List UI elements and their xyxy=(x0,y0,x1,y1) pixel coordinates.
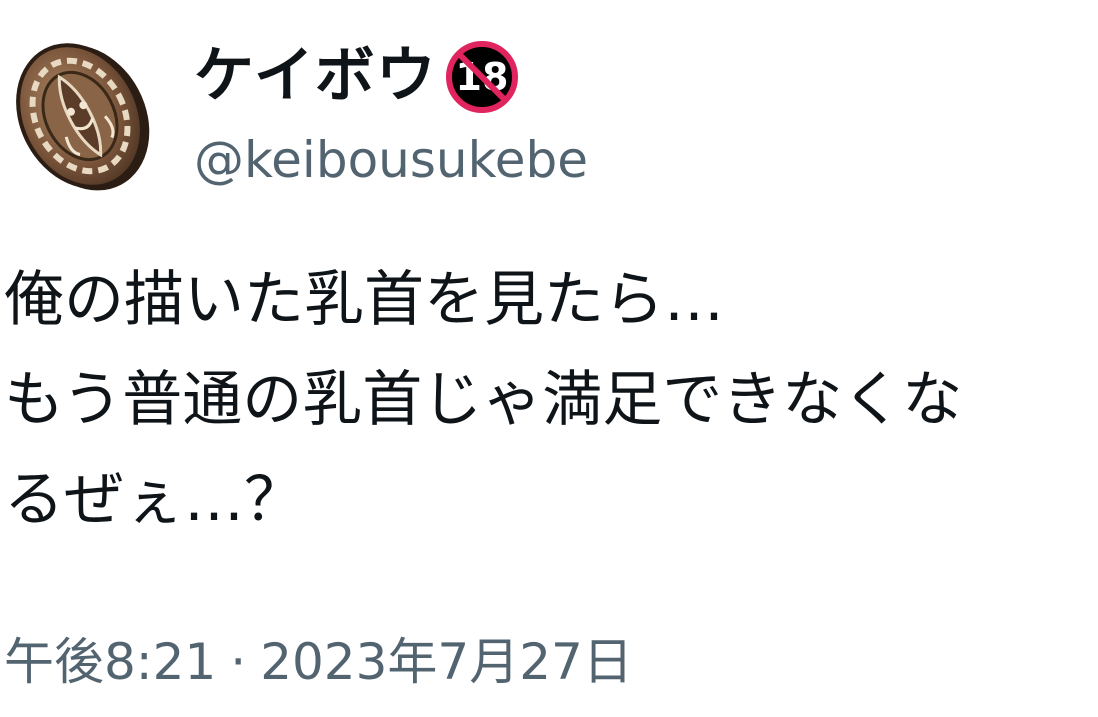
display-name[interactable]: ケイボウ xyxy=(194,36,437,116)
avatar[interactable] xyxy=(8,34,160,196)
tweet-card: ケイボウ 18 @keibousukebe 俺の描いた乳首を見たら… もう普通の… xyxy=(0,0,1098,717)
tweet-header: ケイボウ 18 @keibousukebe xyxy=(8,34,1088,199)
tweet-text: 俺の描いた乳首を見たら… もう普通の乳首じゃ満足できなくな るぜぇ…？ xyxy=(4,250,1094,550)
meta-separator: · xyxy=(230,633,247,691)
tweet-text-line: るぜぇ…？ xyxy=(4,465,304,535)
tweet-text-line: もう普通の乳首じゃ満足できなくな xyxy=(4,365,963,435)
tweet-date-link[interactable]: 2023年7月27日 xyxy=(260,633,633,691)
author-handle[interactable]: @keibousukebe xyxy=(194,130,588,190)
display-name-row: ケイボウ 18 xyxy=(194,36,588,116)
no-under-18-icon: 18 xyxy=(445,41,518,113)
tweet-time-link[interactable]: 午後8:21 xyxy=(4,633,216,691)
tweet-text-line: 俺の描いた乳首を見たら… xyxy=(4,265,724,335)
tweet-timestamp: 午後8:21 · 2023年7月27日 xyxy=(4,622,633,702)
bronze-coin-avatar-icon xyxy=(16,43,150,191)
author-names: ケイボウ 18 @keibousukebe xyxy=(194,36,588,190)
